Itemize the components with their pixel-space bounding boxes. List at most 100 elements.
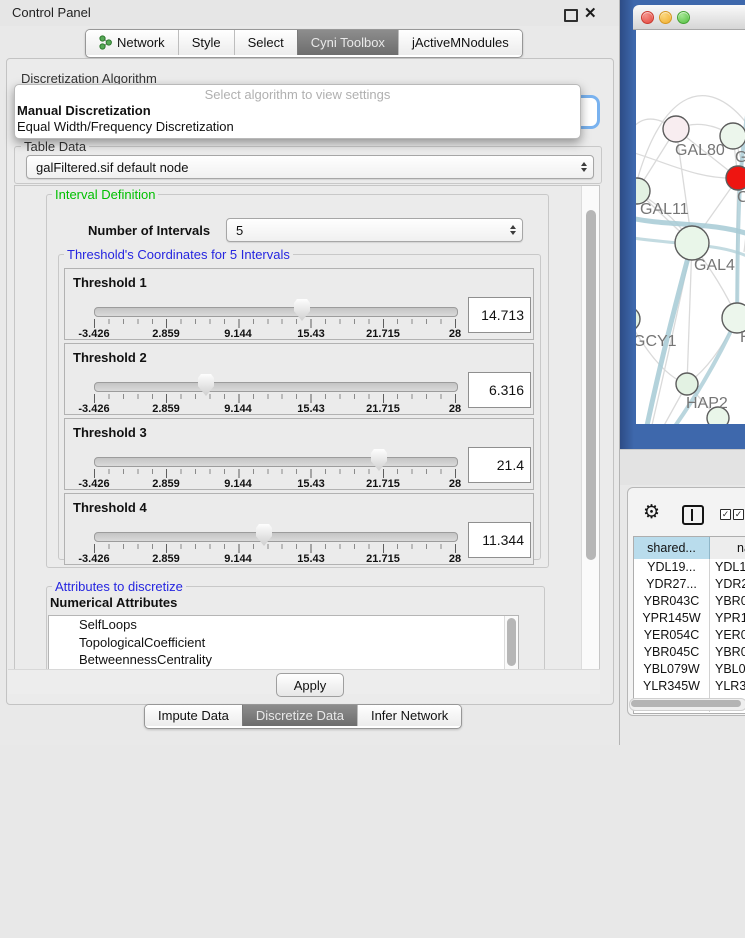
- columns-icon[interactable]: [682, 505, 704, 525]
- tick-label: 2.859: [134, 553, 198, 565]
- node-label-gal4: GAL4: [694, 257, 735, 275]
- network-node[interactable]: [663, 116, 689, 142]
- threshold-slider-track[interactable]: [94, 532, 458, 542]
- tab-infer-network[interactable]: Infer Network: [357, 705, 461, 726]
- zoom-traffic-light[interactable]: [677, 11, 690, 24]
- checkbox-icon[interactable]: ✓: [720, 509, 731, 520]
- tick-label: 21.715: [351, 403, 415, 415]
- threshold-row: Threshold 3 -3.426 2.859 9.144 15.43 21.…: [64, 418, 534, 490]
- table-data-combobox[interactable]: galFiltered.sif default node: [26, 155, 594, 179]
- network-node[interactable]: [675, 226, 709, 260]
- dropdown-prompt: Select algorithm to view settings: [15, 87, 580, 102]
- algorithm-dropdown-popup: Select algorithm to view settings Manual…: [14, 84, 581, 139]
- table-row[interactable]: YBL079WYBL0: [634, 661, 745, 678]
- number-of-intervals-combobox[interactable]: 5: [226, 218, 523, 242]
- network-node[interactable]: [636, 307, 640, 331]
- threshold-label: Threshold 1: [73, 275, 147, 290]
- tick-label: -3.426: [62, 478, 126, 490]
- tab-network[interactable]: Network: [86, 30, 178, 55]
- network-node-selected[interactable]: [726, 166, 745, 190]
- tick-label: 9.144: [206, 328, 270, 340]
- column-header-shared[interactable]: shared...: [634, 537, 710, 559]
- network-canvas[interactable]: GAL80 GA C GAL11 GAL4 GCY1 H HAP2: [636, 30, 745, 424]
- threshold-slider-track[interactable]: [94, 382, 458, 392]
- threshold-value-field[interactable]: 21.4: [468, 447, 531, 483]
- threshold-value-field[interactable]: 14.713: [468, 297, 531, 333]
- threshold-slider-thumb[interactable]: [294, 299, 310, 321]
- thresholds-group-label: Threshold's Coordinates for 5 Intervals: [64, 247, 293, 262]
- gear-icon[interactable]: ⚙: [643, 501, 660, 523]
- tab-jactivemnodules[interactable]: jActiveMNodules: [398, 30, 522, 55]
- list-item[interactable]: SelfLoops: [49, 616, 518, 634]
- tab-discretize-data[interactable]: Discretize Data: [242, 705, 357, 726]
- column-header-name[interactable]: na: [710, 537, 745, 559]
- threshold-slider-track[interactable]: [94, 307, 458, 317]
- table-row[interactable]: YBR043CYBR0: [634, 593, 745, 610]
- threshold-label: Threshold 3: [73, 425, 147, 440]
- tab-style[interactable]: Style: [178, 30, 234, 55]
- tick-label: 2.859: [134, 328, 198, 340]
- scrollbar-thumb[interactable]: [631, 700, 741, 707]
- list-item[interactable]: BetweennessCentrality: [49, 651, 518, 669]
- table-row[interactable]: YLR345WYLR3: [634, 678, 745, 695]
- threshold-slider-thumb[interactable]: [256, 524, 272, 546]
- table-row[interactable]: YBR045CYBR0: [634, 644, 745, 661]
- tab-label: Discretize Data: [256, 708, 344, 723]
- tab-label: Impute Data: [158, 708, 229, 723]
- bottom-tab-bar: Impute Data Discretize Data Infer Networ…: [144, 704, 462, 729]
- table-row[interactable]: YER054CYER0: [634, 627, 745, 644]
- dropdown-option-equal-width[interactable]: Equal Width/Frequency Discretization: [17, 119, 577, 135]
- threshold-row: Threshold 2 -3.426 2.859 9.144 15.43 21.…: [64, 343, 534, 415]
- minimize-traffic-light[interactable]: [659, 11, 672, 24]
- tab-label: Infer Network: [371, 708, 448, 723]
- attributes-group-label: Attributes to discretize: [52, 579, 186, 594]
- tick-label: -3.426: [62, 403, 126, 415]
- tick-label: 15.43: [279, 403, 343, 415]
- node-label-gal80: GAL80: [675, 142, 725, 160]
- close-icon[interactable]: ✕: [584, 4, 597, 22]
- node-table: shared... na YDL19...YDL1 YDR27...YDR2 Y…: [633, 536, 745, 714]
- tick-label: 9.144: [206, 403, 270, 415]
- tick-label: 21.715: [351, 478, 415, 490]
- number-of-intervals-label: Number of Intervals: [88, 223, 210, 238]
- slider-major-ticks: [94, 469, 456, 478]
- list-scrollbar[interactable]: [504, 616, 518, 670]
- tab-impute-data[interactable]: Impute Data: [145, 705, 242, 726]
- checkbox-icon[interactable]: ✓: [733, 509, 744, 520]
- close-traffic-light[interactable]: [641, 11, 654, 24]
- table-row[interactable]: YPR145WYPR1: [634, 610, 745, 627]
- tick-label: 9.144: [206, 478, 270, 490]
- numerical-attributes-list: SelfLoops TopologicalCoefficient Between…: [48, 615, 519, 671]
- network-node[interactable]: [676, 373, 698, 395]
- threshold-value-field[interactable]: 6.316: [468, 372, 531, 408]
- threshold-value-field[interactable]: 11.344: [468, 522, 531, 558]
- threshold-slider-thumb[interactable]: [371, 449, 387, 471]
- list-item[interactable]: TopologicalCoefficient: [49, 634, 518, 652]
- table-row[interactable]: YDR27...YDR2: [634, 576, 745, 593]
- node-label-gal11: GAL11: [640, 201, 689, 219]
- top-tab-bar: Network Style Select Cyni Toolbox jActiv…: [85, 29, 523, 58]
- tab-select[interactable]: Select: [234, 30, 297, 55]
- slider-major-ticks: [94, 394, 456, 403]
- node-label-clipped: C: [737, 189, 745, 207]
- apply-button[interactable]: Apply: [276, 673, 344, 697]
- number-of-intervals-value: 5: [236, 223, 243, 238]
- threshold-slider-thumb[interactable]: [198, 374, 214, 396]
- threshold-slider-track[interactable]: [94, 457, 458, 467]
- table-row[interactable]: YDL19...YDL1: [634, 559, 745, 576]
- float-window-icon[interactable]: [564, 9, 578, 22]
- settings-scrollbar[interactable]: [581, 186, 600, 670]
- dropdown-option-manual[interactable]: Manual Discretization: [17, 103, 577, 119]
- threshold-label: Threshold 2: [73, 350, 147, 365]
- tick-label: -3.426: [62, 328, 126, 340]
- node-label-clipped: H: [740, 329, 745, 347]
- tick-label: 15.43: [279, 553, 343, 565]
- tick-label: 2.859: [134, 478, 198, 490]
- tick-label: 15.43: [279, 478, 343, 490]
- settings-scrollpane: Interval Definition Number of Intervals …: [14, 185, 600, 671]
- scrollbar-thumb[interactable]: [586, 210, 596, 560]
- table-horizontal-scrollbar[interactable]: [629, 698, 745, 711]
- tab-cyni-toolbox[interactable]: Cyni Toolbox: [297, 30, 398, 55]
- tick-label: -3.426: [62, 553, 126, 565]
- control-panel: Control Panel ✕ Network Style Select Cyn…: [0, 0, 620, 745]
